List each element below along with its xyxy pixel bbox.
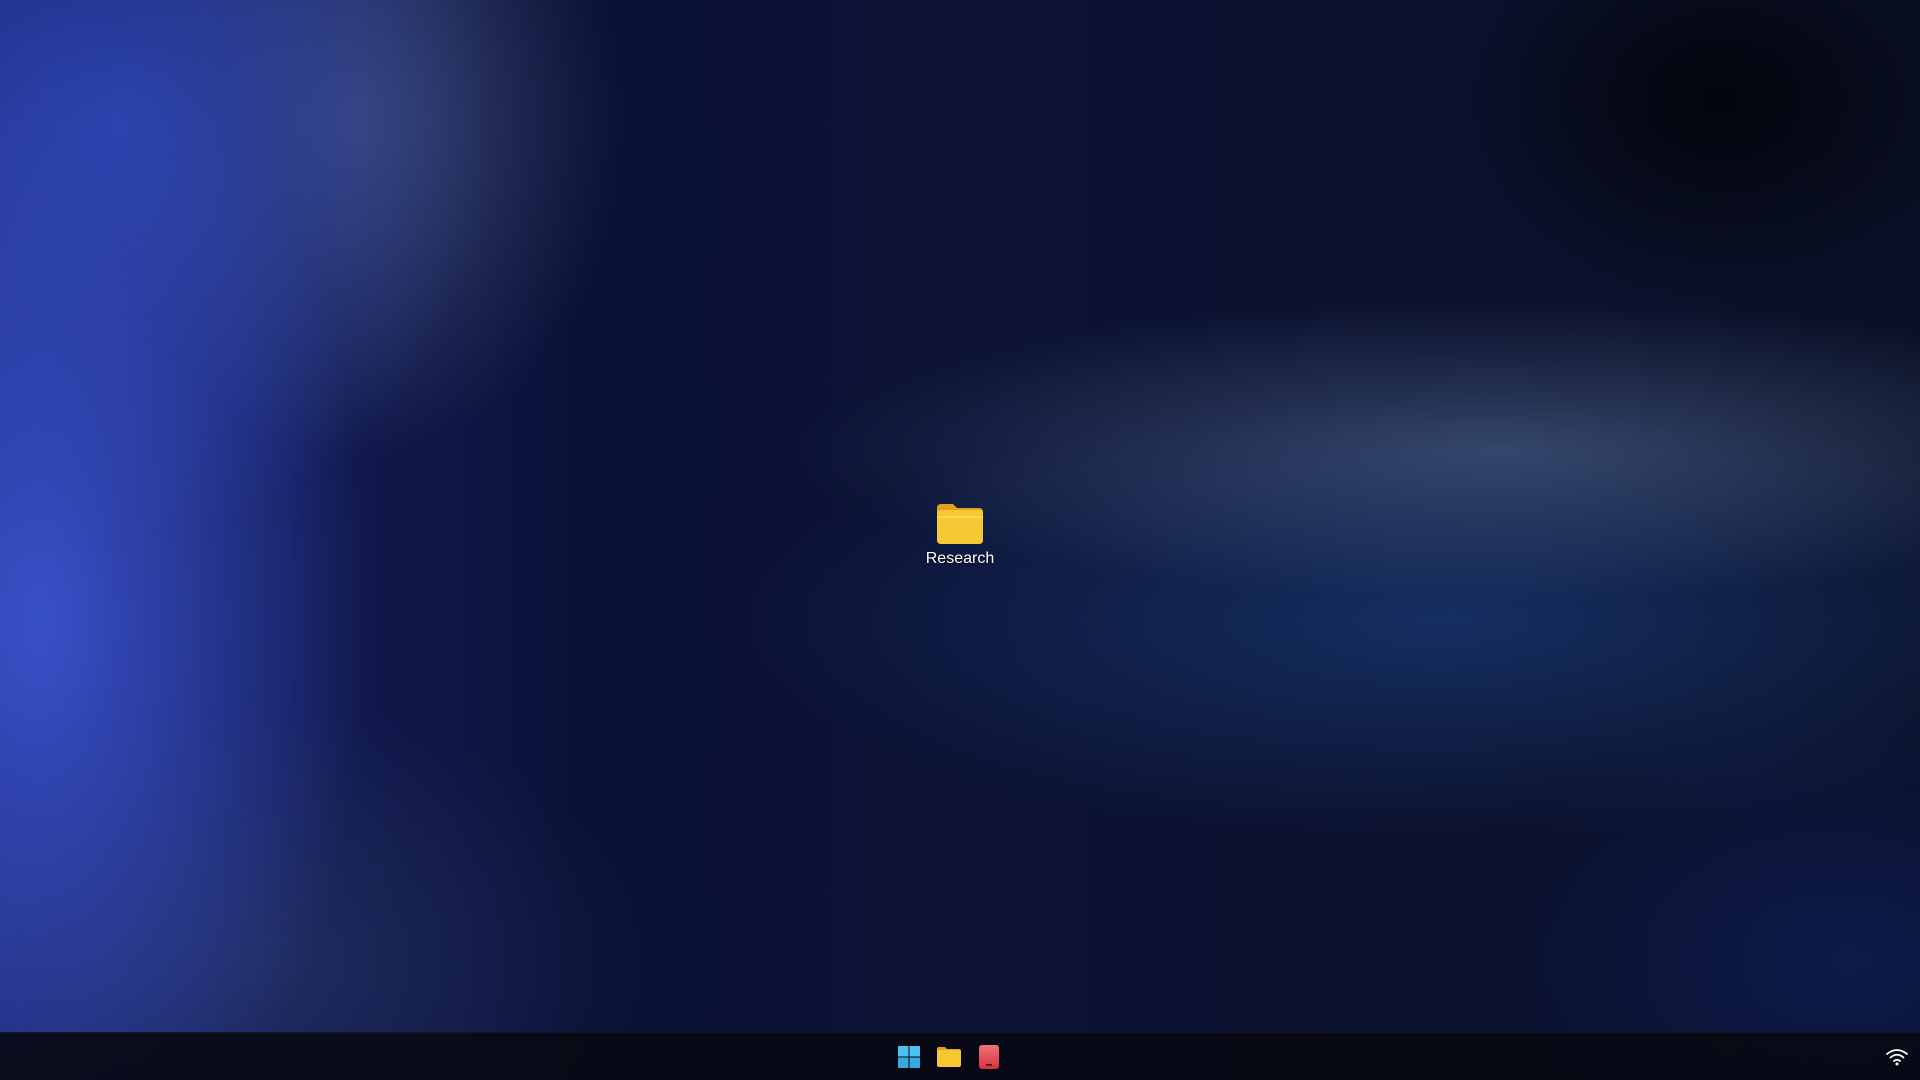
wifi-icon[interactable] — [1886, 1048, 1908, 1066]
taskbar-pinned-apps — [893, 1041, 1005, 1073]
file-explorer-button[interactable] — [933, 1041, 965, 1073]
red-app-button[interactable] — [973, 1041, 1005, 1073]
desktop-icon-label: Research — [925, 550, 995, 567]
windows-start-icon — [898, 1046, 920, 1068]
file-explorer-folder-icon — [937, 1047, 961, 1067]
folder-icon — [937, 504, 983, 544]
start-button[interactable] — [893, 1041, 925, 1073]
system-tray — [1884, 1045, 1910, 1069]
red-app-icon — [979, 1045, 999, 1069]
taskbar — [0, 1032, 1920, 1080]
desktop-icon-research[interactable]: Research — [912, 502, 1008, 582]
